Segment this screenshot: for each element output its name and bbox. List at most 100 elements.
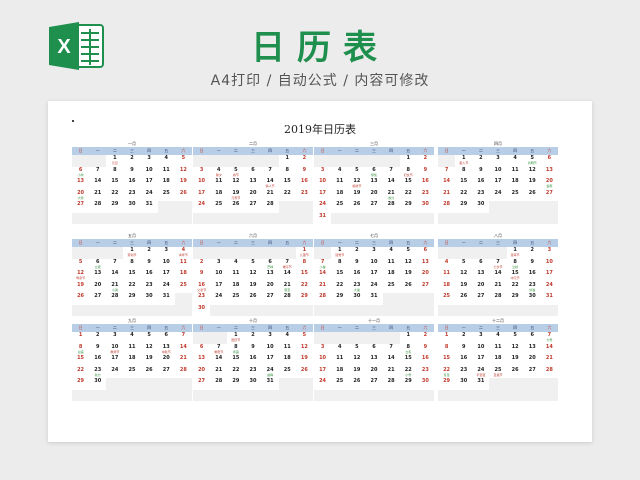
day-cell: 3 (472, 332, 489, 344)
day-number: 20 (477, 281, 485, 288)
empty-day-cell (506, 201, 524, 213)
day-cell: 14 (89, 178, 106, 190)
day-number: 11 (494, 343, 502, 350)
day-cell: 10 (541, 259, 558, 271)
day-cell: 10 (314, 178, 331, 190)
empty-day-cell (506, 304, 524, 316)
empty-day-cell (174, 389, 192, 401)
day-number: 28 (94, 201, 102, 207)
day-cell: 27 (524, 367, 541, 379)
empty-day-cell (193, 332, 211, 344)
day-cell: 16 (455, 355, 472, 367)
day-number: 14 (443, 178, 451, 184)
day-number: 8 (461, 166, 466, 173)
day-cell: 29 (507, 293, 524, 305)
day-number: 7 (268, 166, 272, 173)
day-cell: 30 (89, 378, 106, 390)
day-cell: 8 (279, 167, 296, 179)
day-cell: 22 (106, 190, 123, 202)
day-number: 4 (496, 332, 500, 338)
empty-day-cell (72, 247, 90, 259)
day-cell: 28 (314, 293, 331, 305)
day-number: 27 (249, 201, 257, 207)
empty-day-cell (416, 304, 434, 316)
day-cell: 3 (158, 247, 175, 259)
day-number: 15 (128, 270, 136, 276)
day-cell: 31 (365, 293, 382, 305)
empty-day-cell (506, 389, 524, 401)
day-number: 3 (320, 343, 325, 350)
day-cell: 20 大寒 (72, 190, 89, 202)
day-grid: 1 劳动节 2 3 4 青年节 5 6 立夏 7 8 9 10 11 12 母亲节 13 14 15 16 17 18 19… (72, 247, 192, 316)
empty-day-cell (261, 389, 279, 401)
weekday-label: 日 (78, 240, 83, 245)
weekday-label: 日 (78, 148, 83, 153)
day-number: 20 (370, 366, 378, 373)
empty-day-cell (540, 212, 558, 224)
empty-day-cell (157, 201, 175, 213)
day-note: 小暑 (319, 264, 326, 269)
day-cell: 19 (455, 282, 472, 294)
day-cell: 26 (507, 367, 524, 379)
empty-day-cell (455, 247, 473, 259)
day-number: 18 (336, 189, 344, 196)
day-cell: 4 (489, 332, 506, 344)
day-cell: 15 中元节 (507, 270, 524, 282)
day-number: 23 (198, 293, 206, 299)
day-number: 6 (423, 247, 428, 253)
day-number: 5 (302, 332, 307, 338)
weekday-label: 三 (371, 148, 376, 153)
weekday-label: 日 (320, 148, 325, 153)
day-note: 夏至 (284, 287, 291, 292)
day-number: 22 (336, 281, 344, 288)
day-number: 25 (336, 201, 344, 207)
day-cell: 11 (123, 344, 140, 356)
day-number: 20 (528, 355, 536, 361)
day-cell: 29 (400, 201, 417, 213)
day-cell: 12 植树节 (348, 178, 365, 190)
weekday-header: 日一二三四五六 (438, 147, 558, 155)
weekday-label: 日 (199, 148, 204, 153)
empty-day-cell (523, 212, 541, 224)
empty-day-cell (365, 155, 383, 167)
day-cell: 10 (262, 344, 279, 356)
day-cell: 7 (383, 344, 400, 356)
day-cell: 26 (400, 282, 417, 294)
day-cell: 7 大雪 (541, 332, 558, 344)
day-cell: 13 (89, 270, 106, 282)
day-cell: 22 冬至 (438, 367, 455, 379)
day-number: 13 (528, 343, 536, 350)
month-calendar: 十月日一二三四五六 1 国庆节 2 3 4 5 6 7 重阳节 8 寒露 9 10 11 12 13 14 15 16… (193, 317, 313, 401)
day-cell: 8 妇女节 (400, 167, 417, 179)
weekday-label: 五 (164, 325, 169, 330)
empty-day-cell (295, 201, 313, 213)
day-number: 1 (444, 332, 449, 338)
day-cell: 22 (227, 367, 244, 379)
weekday-label: 日 (199, 325, 204, 330)
day-note: 植树节 (352, 184, 362, 188)
weekday-label: 四 (268, 325, 273, 330)
empty-day-cell (472, 304, 490, 316)
day-cell: 28 (262, 201, 279, 213)
empty-day-cell (261, 247, 279, 259)
day-number: 13 (266, 270, 274, 276)
day-cell: 15 (438, 355, 455, 367)
empty-day-cell (489, 389, 507, 401)
day-cell: 11 (331, 355, 348, 367)
weekday-label: 二 (354, 325, 359, 330)
empty-day-cell (489, 304, 507, 316)
day-number: 30 (421, 201, 429, 207)
weekday-label: 日 (444, 240, 449, 245)
month-calendar: 六月日一二三四五六 1 儿童节 2 3 4 5 6 芒种 7 端午节 8 9 10 11 12 13 14 15 16… (193, 232, 313, 316)
day-number: 29 (460, 201, 468, 207)
day-number: 15 (77, 355, 85, 361)
empty-day-cell (140, 389, 158, 401)
day-cell: 5 春节 (227, 167, 244, 179)
day-number: 16 (145, 270, 153, 276)
empty-day-cell (348, 212, 366, 224)
day-cell: 1 元旦 (106, 155, 123, 167)
day-cell: 6 (417, 247, 434, 259)
day-number: 25 (128, 366, 136, 373)
day-cell: 15 (400, 178, 417, 190)
day-number: 22 (283, 189, 291, 196)
